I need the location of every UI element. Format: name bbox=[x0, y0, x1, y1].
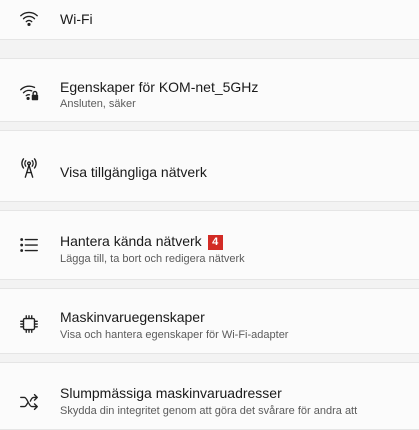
shuffle-icon bbox=[16, 389, 42, 415]
known-networks-label: Hantera kända nätverk bbox=[60, 233, 202, 249]
antenna-icon bbox=[16, 155, 42, 181]
wifi-card[interactable]: Wi-Fi bbox=[0, 0, 419, 40]
wifi-secure-icon bbox=[16, 79, 42, 105]
random-addresses-title: Slumpmässiga maskinvaruadresser bbox=[60, 385, 282, 401]
network-properties-subtitle: Ansluten, säker bbox=[60, 98, 136, 110]
random-addresses-card[interactable]: Slumpmässiga maskinvaruadresser Skydda d… bbox=[0, 362, 419, 430]
known-networks-title: Hantera kända nätverk 4 bbox=[60, 233, 223, 250]
step-badge: 4 bbox=[207, 235, 223, 250]
chip-icon bbox=[16, 311, 42, 337]
hardware-properties-subtitle: Visa och hantera egenskaper för Wi-Fi-ad… bbox=[60, 329, 289, 341]
list-icon bbox=[16, 232, 42, 258]
available-networks-card[interactable]: Visa tillgängliga nätverk bbox=[0, 130, 419, 202]
hardware-properties-card[interactable]: Maskinvaruegenskaper Visa och hantera eg… bbox=[0, 288, 419, 354]
known-networks-subtitle: Lägga till, ta bort och redigera nätverk bbox=[60, 253, 245, 265]
available-networks-title: Visa tillgängliga nätverk bbox=[60, 164, 207, 180]
wifi-title: Wi-Fi bbox=[60, 11, 93, 27]
known-networks-card[interactable]: Hantera kända nätverk 4 Lägga till, ta bo… bbox=[0, 210, 419, 280]
network-properties-card[interactable]: Egenskaper för KOM-net_5GHz Ansluten, sä… bbox=[0, 58, 419, 122]
wifi-icon bbox=[16, 5, 42, 31]
random-addresses-subtitle: Skydda din integritet genom att göra det… bbox=[60, 405, 358, 417]
network-properties-title: Egenskaper för KOM-net_5GHz bbox=[60, 79, 259, 95]
hardware-properties-title: Maskinvaruegenskaper bbox=[60, 309, 205, 325]
